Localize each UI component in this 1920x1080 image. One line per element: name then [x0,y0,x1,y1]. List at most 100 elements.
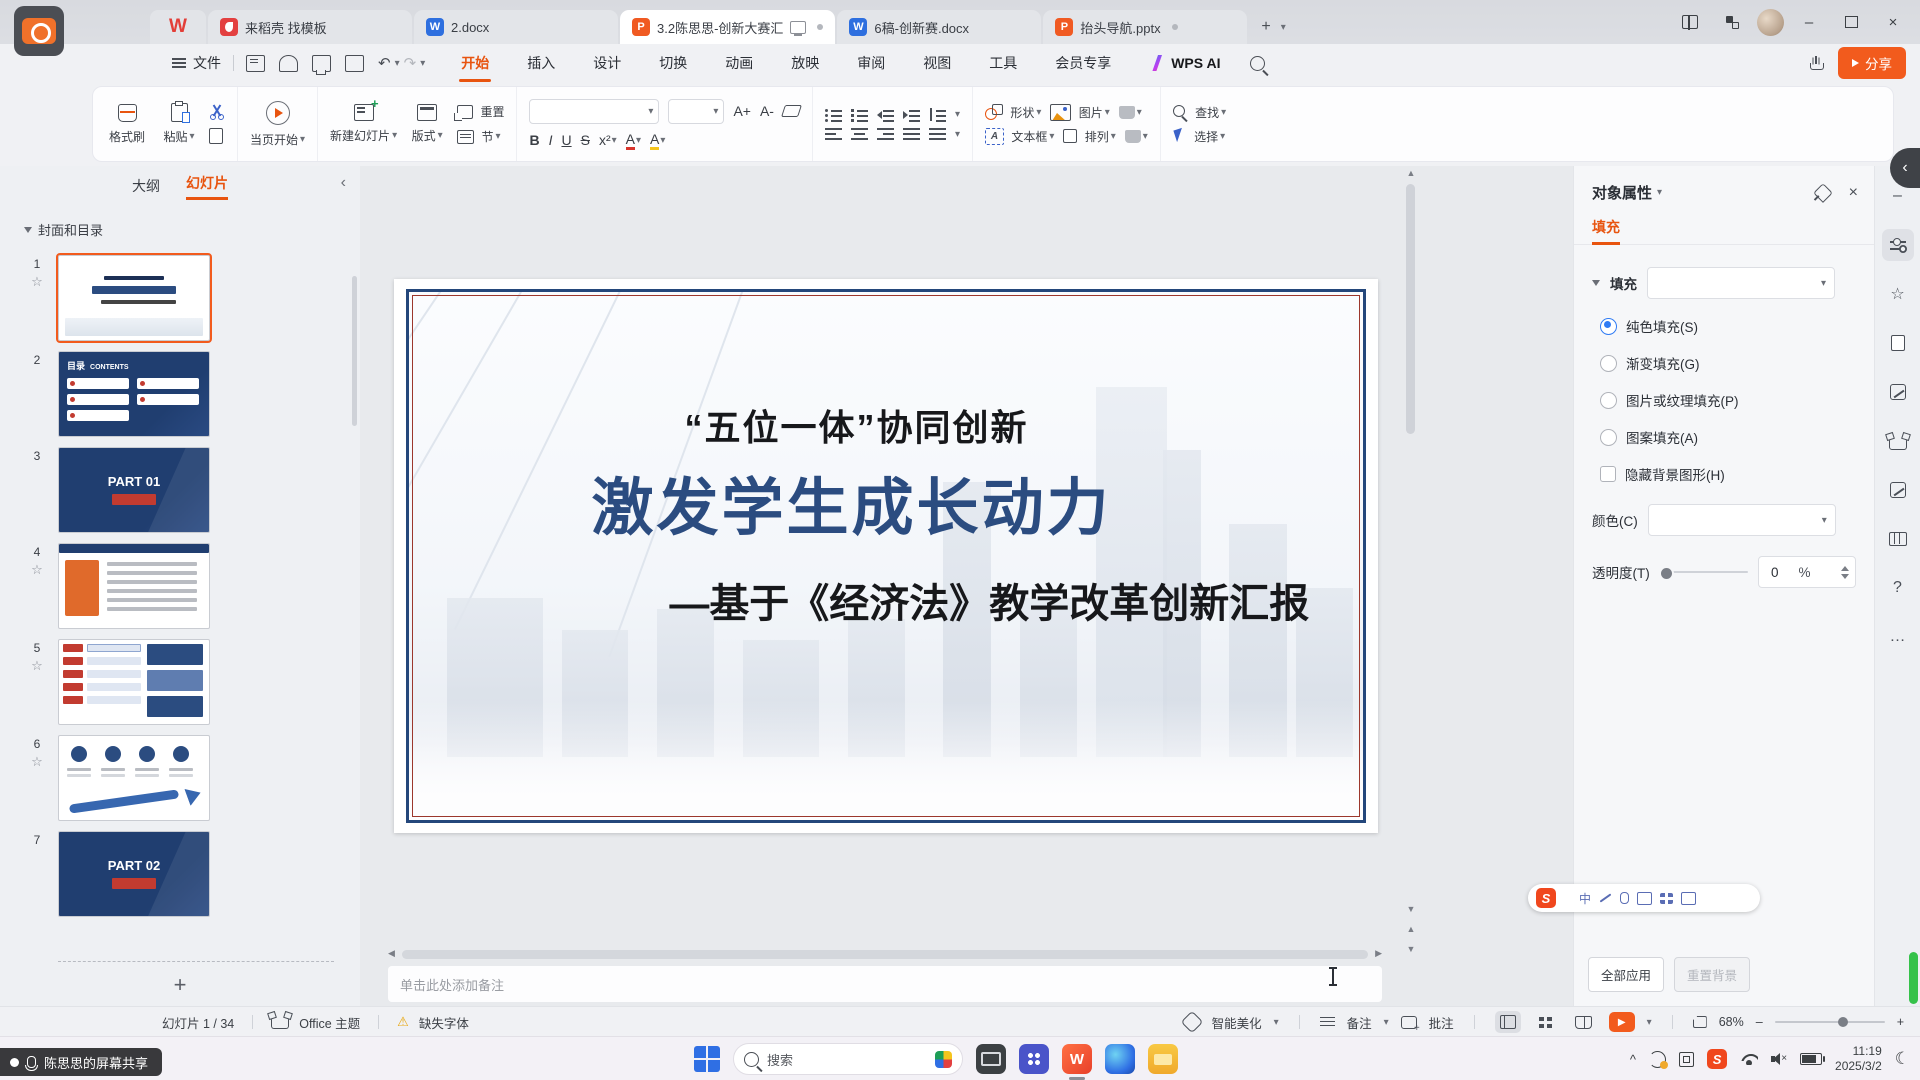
ime-mode-icon[interactable]: 中 [1579,890,1591,907]
maximize-button[interactable] [1834,7,1868,37]
more-tools-button[interactable]: … [1882,621,1914,653]
tab-insert[interactable]: 插入 [525,45,557,81]
star-icon[interactable]: ☆ [31,658,43,674]
screen-record-overlay[interactable] [14,6,64,56]
play-from-page-button[interactable]: 当页开始▾ [250,101,305,148]
section-header[interactable]: 封面和目录 [0,206,360,245]
tab-6gao-docx[interactable]: W 6稿-创新赛.docx [837,10,1041,44]
highlight-color-button[interactable]: A▾ [650,131,665,150]
screen-share-badge[interactable]: 陈思思的屏幕共享 [0,1048,162,1076]
widgets-button[interactable] [1715,7,1749,37]
ime-pen-icon[interactable] [1600,893,1612,902]
section-button[interactable]: 节▾ [457,128,504,145]
panel-title-dropdown[interactable]: ▾ [1657,187,1662,198]
taskbar-app-meeting[interactable] [1019,1044,1049,1074]
tab-animation[interactable]: 动画 [723,45,755,81]
align-right-button[interactable] [877,128,894,140]
increase-indent-button[interactable] [903,108,920,121]
minimize-button[interactable]: – [1792,7,1826,37]
tab-member[interactable]: 会员专享 [1053,45,1113,81]
tab-active-presentation[interactable]: P 3.2陈思思-创新大赛汇 [620,10,835,44]
print-preview-button[interactable] [279,55,298,72]
export-pdf-button[interactable] [345,55,364,72]
theme-button[interactable] [1882,425,1914,457]
spin-up-icon[interactable] [1841,566,1849,571]
theme-name[interactable]: Office 主题 [299,1013,360,1032]
picture-fill-option[interactable]: 图片或纹理填充(P) [1592,390,1856,410]
help-button[interactable]: ? [1882,572,1914,604]
reset-background-button[interactable]: 重置背景 [1674,957,1750,992]
search-icon[interactable] [1250,56,1265,71]
ime-skin-icon[interactable] [1660,893,1673,904]
share-button[interactable]: 分享 [1838,47,1906,79]
beautify-label[interactable]: 智能美化 [1212,1013,1262,1032]
slide-1[interactable]: “五位一体”协同创新 激发学生成长动力 —基于《经济法》教学改革创新汇报 [394,279,1378,833]
fill-section-expand-icon[interactable] [1592,280,1600,286]
close-panel-button[interactable]: × [1849,184,1858,202]
sogou-tray-icon[interactable]: S [1707,1049,1727,1069]
font-color-button[interactable]: A▾ [626,131,641,150]
zoom-in-button[interactable]: + [1897,1015,1904,1029]
tab-list-dropdown[interactable]: ▾ [1281,22,1286,33]
wps-home-button[interactable]: W [150,10,206,44]
print-button[interactable] [312,55,331,72]
numbered-list-button[interactable] [851,108,868,121]
underline-button[interactable]: U [561,132,571,148]
beautify-dropdown[interactable]: ▾ [1274,1017,1279,1028]
start-button[interactable] [694,1046,720,1072]
transparency-slider[interactable] [1660,571,1748,573]
notes-input[interactable]: 单击此处添加备注 [388,966,1382,1002]
scroll-up-icon[interactable]: ▲ [1404,168,1418,178]
missing-font-label[interactable]: 缺失字体 [419,1013,469,1032]
fill-preset-combobox[interactable]: ▾ [1647,267,1835,299]
decrease-indent-button[interactable] [877,108,894,121]
slide-thumbnail-7[interactable]: PART 02 [58,831,210,917]
align-center-button[interactable] [851,128,868,140]
next-slide-icon[interactable]: ▼ [1404,944,1418,954]
fit-slide-button[interactable] [1693,1016,1707,1028]
sogou-icon[interactable]: S [1536,888,1556,908]
close-button[interactable]: × [1876,7,1910,37]
tray-app-icon[interactable] [1679,1052,1694,1067]
notes-label[interactable]: 备注 [1347,1013,1372,1032]
split-screen-button[interactable] [1673,7,1707,37]
ime-toolbar[interactable]: S × 中 [1528,884,1760,912]
hide-background-checkbox[interactable]: 隐藏背景图形(H) [1592,464,1856,484]
bullet-list-button[interactable] [825,108,842,121]
picture-button[interactable]: 图片▾ [1050,104,1109,121]
panel-scrollbar[interactable] [352,276,357,426]
resource-search-button[interactable] [1882,523,1914,555]
object-properties-button[interactable] [1882,229,1914,261]
normal-view-button[interactable] [1495,1011,1521,1033]
file-menu[interactable]: 文件 [172,53,221,73]
shapes-button[interactable]: 形状▾ [985,104,1041,121]
apply-all-button[interactable]: 全部应用 [1588,957,1664,992]
slide-thumbnail-5[interactable] [58,639,210,725]
upload-cloud-icon[interactable] [1808,56,1824,70]
distribute-button[interactable] [929,128,946,140]
line-spacing-dropdown[interactable]: ▾ [955,109,960,120]
sync-icon[interactable] [1649,1051,1666,1068]
add-slide-button[interactable]: + [0,972,360,998]
copy-button[interactable] [209,128,223,144]
clear-format-button[interactable] [781,105,802,117]
tab-transition[interactable]: 切换 [657,45,689,81]
find-button[interactable]: 查找▾ [1173,104,1226,121]
font-size-combobox[interactable]: ▾ [668,99,724,124]
tab-taitou-pptx[interactable]: P 抬头导航.pptx [1043,10,1247,44]
tray-expand-icon[interactable]: ^ [1630,1052,1636,1067]
reset-button[interactable]: 重置 [457,103,504,120]
quickbar-more-dropdown[interactable]: ▾ [420,58,425,69]
tab-tools[interactable]: 工具 [987,45,1019,81]
taskbar-app-wps[interactable]: W [1062,1044,1092,1074]
volume-muted-icon[interactable]: × [1771,1053,1787,1065]
slide-title-text[interactable]: 激发学生成长动力 [592,457,1112,547]
design-button[interactable] [1882,474,1914,506]
taskbar-app-edge[interactable] [1105,1044,1135,1074]
scroll-right-icon[interactable]: ▶ [1375,948,1382,959]
slide-thumbnail-4[interactable] [58,543,210,629]
transparency-spinbox[interactable]: 0 % [1758,556,1856,588]
user-avatar[interactable] [1757,9,1784,36]
notes-dropdown[interactable]: ▾ [1384,1017,1389,1028]
justify-button[interactable] [903,128,920,140]
